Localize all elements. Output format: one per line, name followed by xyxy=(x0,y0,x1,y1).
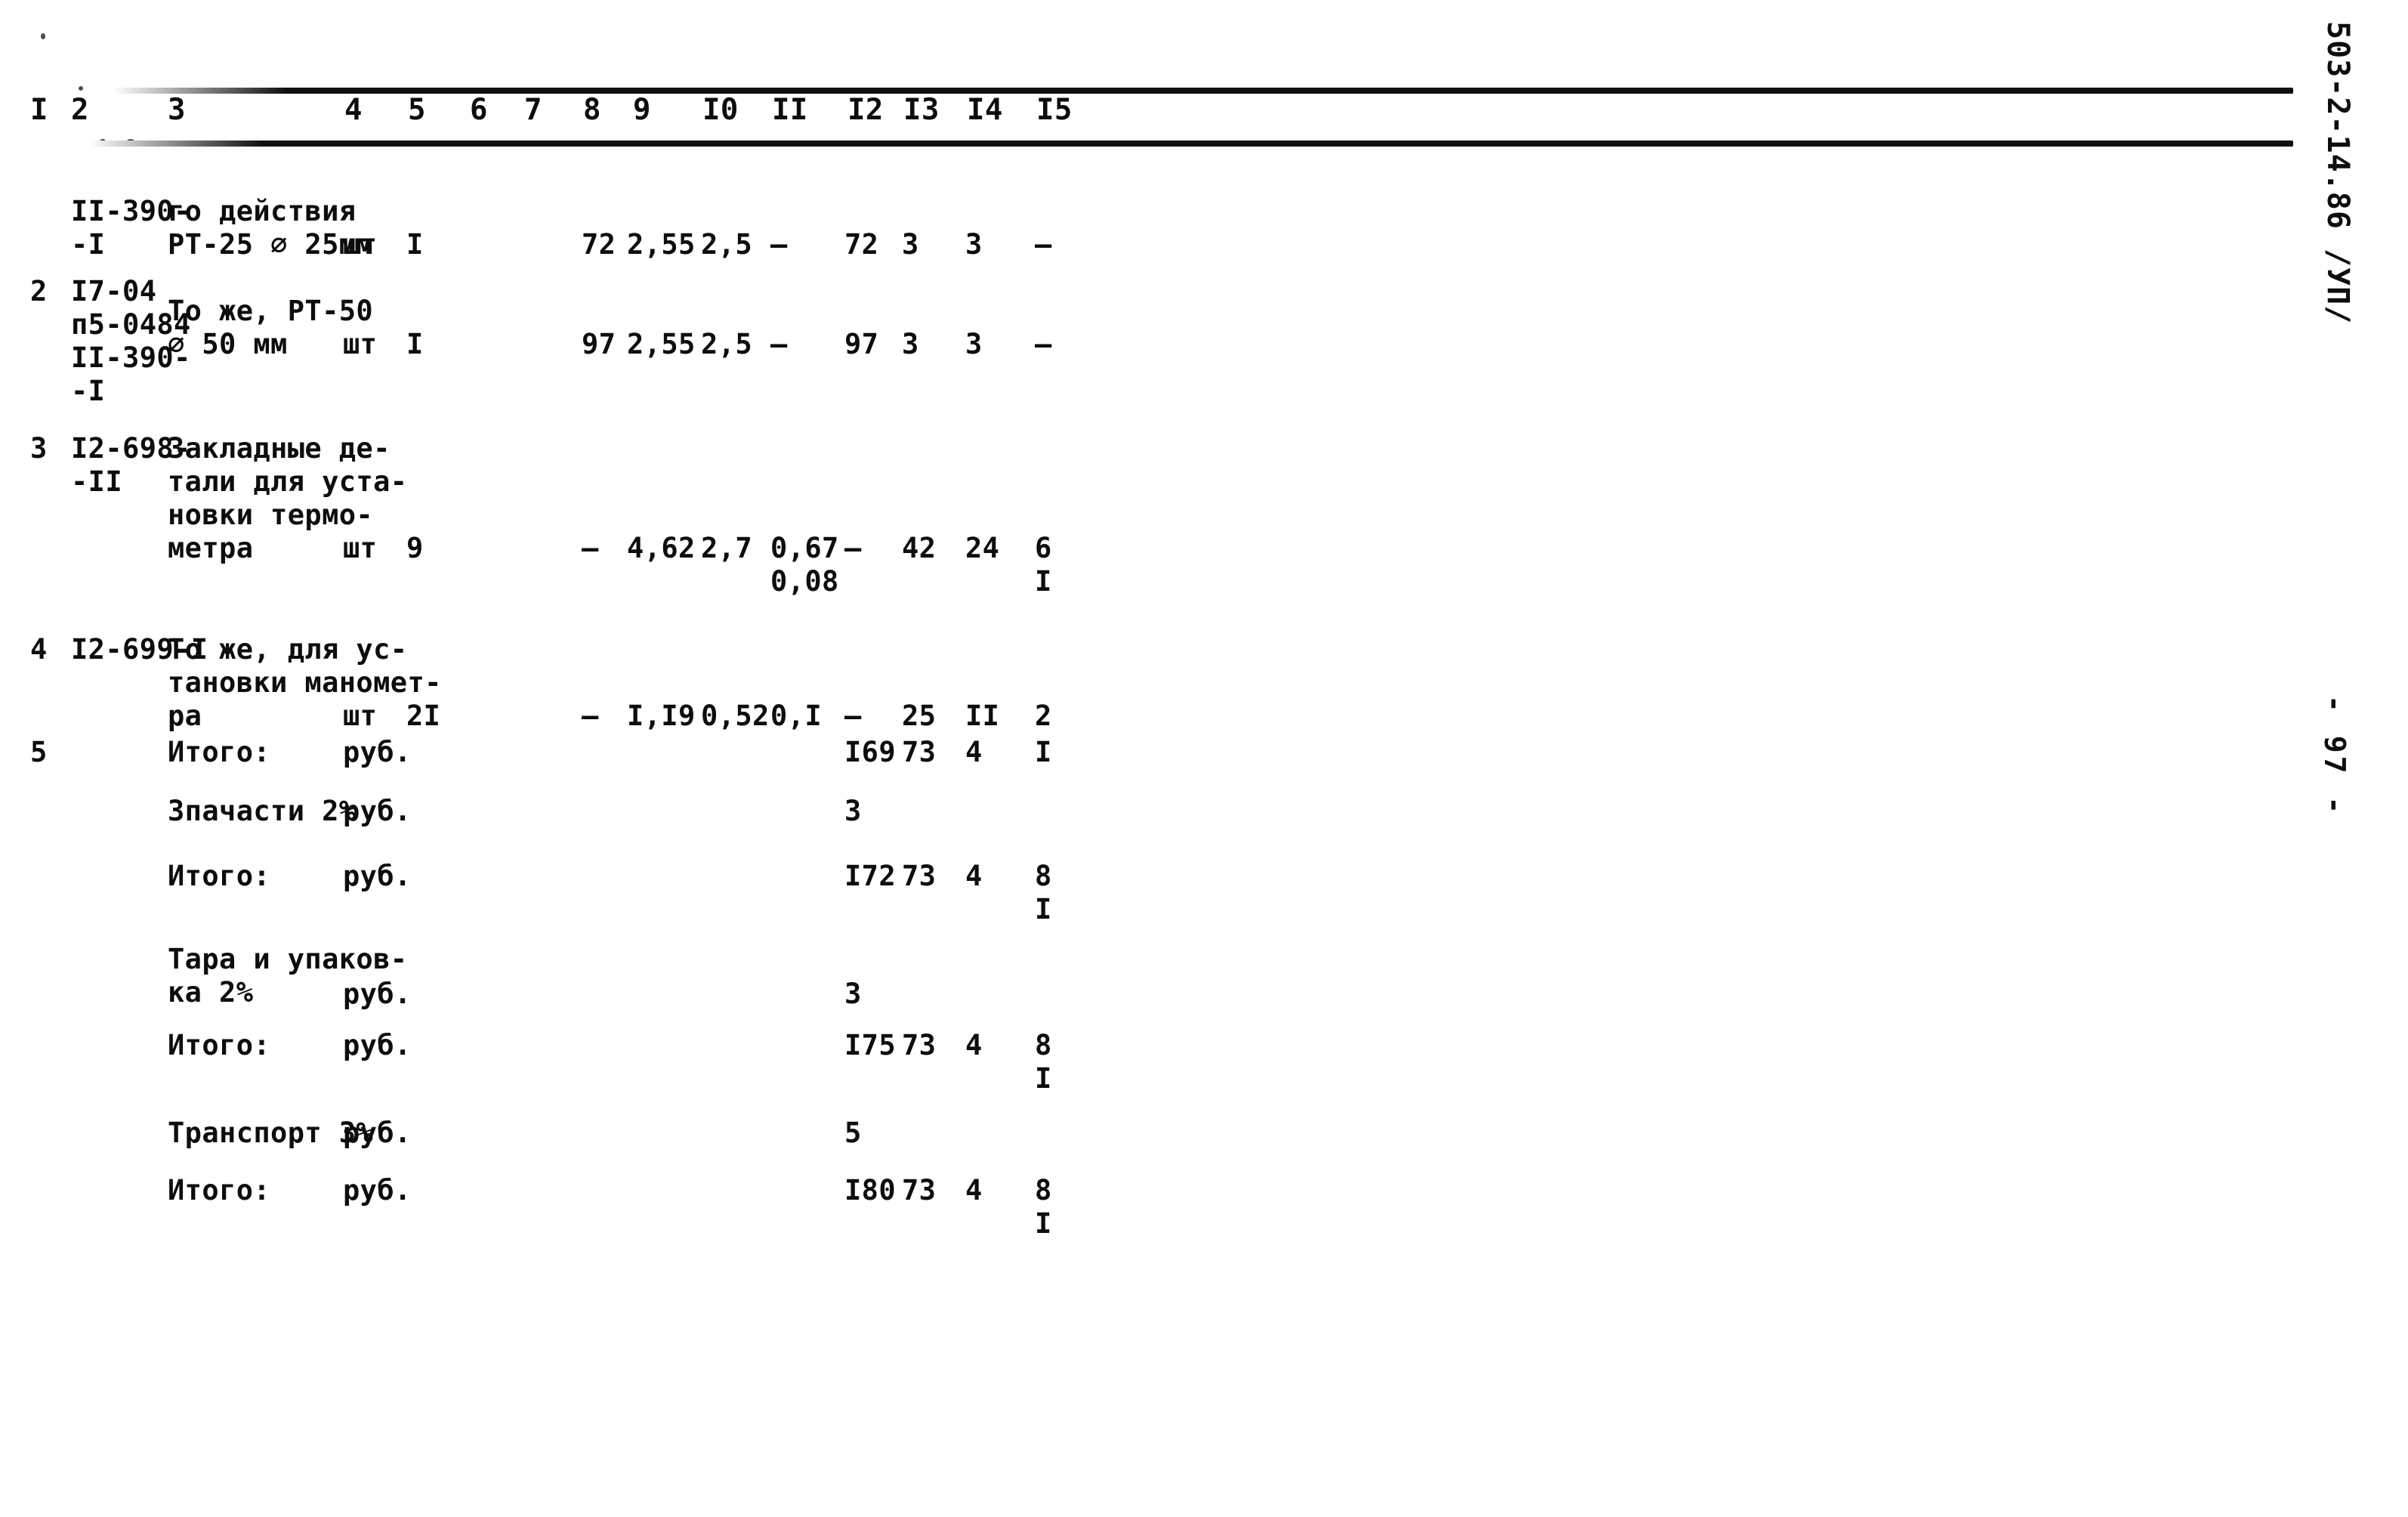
row-col13: 3 xyxy=(902,230,919,261)
row-col10: 2,5 xyxy=(701,230,753,261)
row-unit: шт xyxy=(343,533,378,565)
summary-unit: руб. xyxy=(343,1030,412,1062)
table-row: 3 xyxy=(30,434,48,465)
page-number: - 97 - xyxy=(2317,695,2351,817)
row-col9: 4,62 xyxy=(627,533,696,565)
summary-label: Итого: xyxy=(168,1030,271,1062)
column-header-12: I2 xyxy=(847,92,884,127)
column-header-4: 4 xyxy=(344,92,363,127)
row-col13: 25 xyxy=(902,701,937,733)
summary-col12: I69 xyxy=(844,737,897,769)
summary-col15: 8 I xyxy=(1035,1030,1052,1095)
document-code-margin: 503-2-14.86 /УП/ xyxy=(2320,21,2357,325)
column-header-9: 9 xyxy=(633,92,651,127)
row-qty: I xyxy=(406,230,424,261)
row-col9: 2,55 xyxy=(627,230,696,261)
row-col14: 3 xyxy=(965,329,983,361)
row-col15: 6 I xyxy=(1035,533,1052,598)
column-header-1: I xyxy=(30,92,48,127)
summary-col14: 4 xyxy=(965,1176,983,1207)
column-header-15: I5 xyxy=(1036,92,1073,127)
row-col14: II xyxy=(965,701,1000,733)
table-row: 4 xyxy=(30,635,48,666)
row-col8: 97 xyxy=(582,329,616,361)
row-col12: 72 xyxy=(844,230,879,261)
summary-col14: 4 xyxy=(965,737,983,769)
summary-col13: 73 xyxy=(902,1176,937,1207)
column-header-5: 5 xyxy=(408,92,426,127)
column-header-2: 2 xyxy=(71,92,89,127)
summary-col14: 4 xyxy=(965,861,983,893)
summary-row-number: 5 xyxy=(30,737,48,769)
summary-unit: руб. xyxy=(343,796,412,828)
summary-label: Итого: xyxy=(168,1176,271,1207)
summary-col12: I75 xyxy=(844,1030,897,1062)
row-col12: – xyxy=(844,701,862,733)
row-col10: 0,52 xyxy=(701,701,770,733)
row-col11: 0,67 0,08 xyxy=(770,533,839,598)
summary-col12: I72 xyxy=(844,861,897,893)
summary-label: Зпачасти 2% xyxy=(168,796,357,828)
summary-col15: 8 I xyxy=(1035,861,1052,926)
page-scaler: I 2 3 4 5 6 7 8 9 I0 II I2 I3 I4 I5 II-3… xyxy=(0,0,2408,1517)
summary-unit: руб. xyxy=(343,1118,412,1150)
row-unit: шт xyxy=(343,329,378,361)
summary-col13: 73 xyxy=(902,861,937,893)
row-col15: – xyxy=(1035,329,1052,361)
summary-col12: 3 xyxy=(844,796,862,828)
row-qty: 2I xyxy=(406,701,441,733)
row-description: То же, для ус- тановки маномет- ра xyxy=(168,635,442,733)
column-header-7: 7 xyxy=(524,92,542,127)
summary-col12: 5 xyxy=(844,1118,862,1150)
row-qty: I xyxy=(406,329,424,361)
table-row: 2 xyxy=(30,277,48,308)
row-col14: 3 xyxy=(965,230,983,261)
summary-unit: руб. xyxy=(343,979,412,1011)
summary-col13: 73 xyxy=(902,1030,937,1062)
column-header-10: I0 xyxy=(702,92,739,127)
summary-unit: руб. xyxy=(343,737,412,769)
row-col8: 72 xyxy=(582,230,616,261)
row-col12: 97 xyxy=(844,329,879,361)
column-header-14: I4 xyxy=(967,92,1003,127)
scan-speckle xyxy=(41,33,45,39)
column-header-3: 3 xyxy=(168,92,186,127)
summary-col15: I xyxy=(1035,737,1052,769)
row-col15: – xyxy=(1035,230,1052,261)
summary-unit: руб. xyxy=(343,1176,412,1207)
summary-col13: 73 xyxy=(902,737,937,769)
table-bottom-rule xyxy=(89,141,2293,146)
row-col9: 2,55 xyxy=(627,329,696,361)
row-col8: – xyxy=(582,533,599,565)
column-header-6: 6 xyxy=(470,92,488,127)
row-unit: шт xyxy=(343,701,378,733)
summary-col15: 8 I xyxy=(1035,1176,1052,1240)
row-col9: I,I9 xyxy=(627,701,696,733)
row-col10: 2,7 xyxy=(701,533,753,565)
row-qty: 9 xyxy=(406,533,424,565)
summary-col12: I80 xyxy=(844,1176,897,1207)
table-top-rule xyxy=(113,88,2293,93)
row-unit: шт xyxy=(343,230,378,261)
row-col8: – xyxy=(582,701,599,733)
row-col11: – xyxy=(770,329,788,361)
column-header-11: II xyxy=(772,92,808,127)
scan-speckle xyxy=(79,86,83,91)
row-col15: 2 xyxy=(1035,701,1052,733)
document-page: I 2 3 4 5 6 7 8 9 I0 II I2 I3 I4 I5 II-3… xyxy=(0,0,2408,1517)
row-col10: 2,5 xyxy=(701,329,753,361)
summary-label: Итого: xyxy=(168,737,271,769)
row-col11: – xyxy=(770,230,788,261)
row-col12: – xyxy=(844,533,862,565)
row-col11: 0,I xyxy=(770,701,823,733)
column-header-8: 8 xyxy=(583,92,601,127)
row-col13: 42 xyxy=(902,533,937,565)
row-col14: 24 xyxy=(965,533,1000,565)
row-col13: 3 xyxy=(902,329,919,361)
column-header-13: I3 xyxy=(903,92,940,127)
summary-col12: 3 xyxy=(844,979,862,1011)
summary-label: Итого: xyxy=(168,861,271,893)
summary-col14: 4 xyxy=(965,1030,983,1062)
summary-unit: руб. xyxy=(343,861,412,893)
